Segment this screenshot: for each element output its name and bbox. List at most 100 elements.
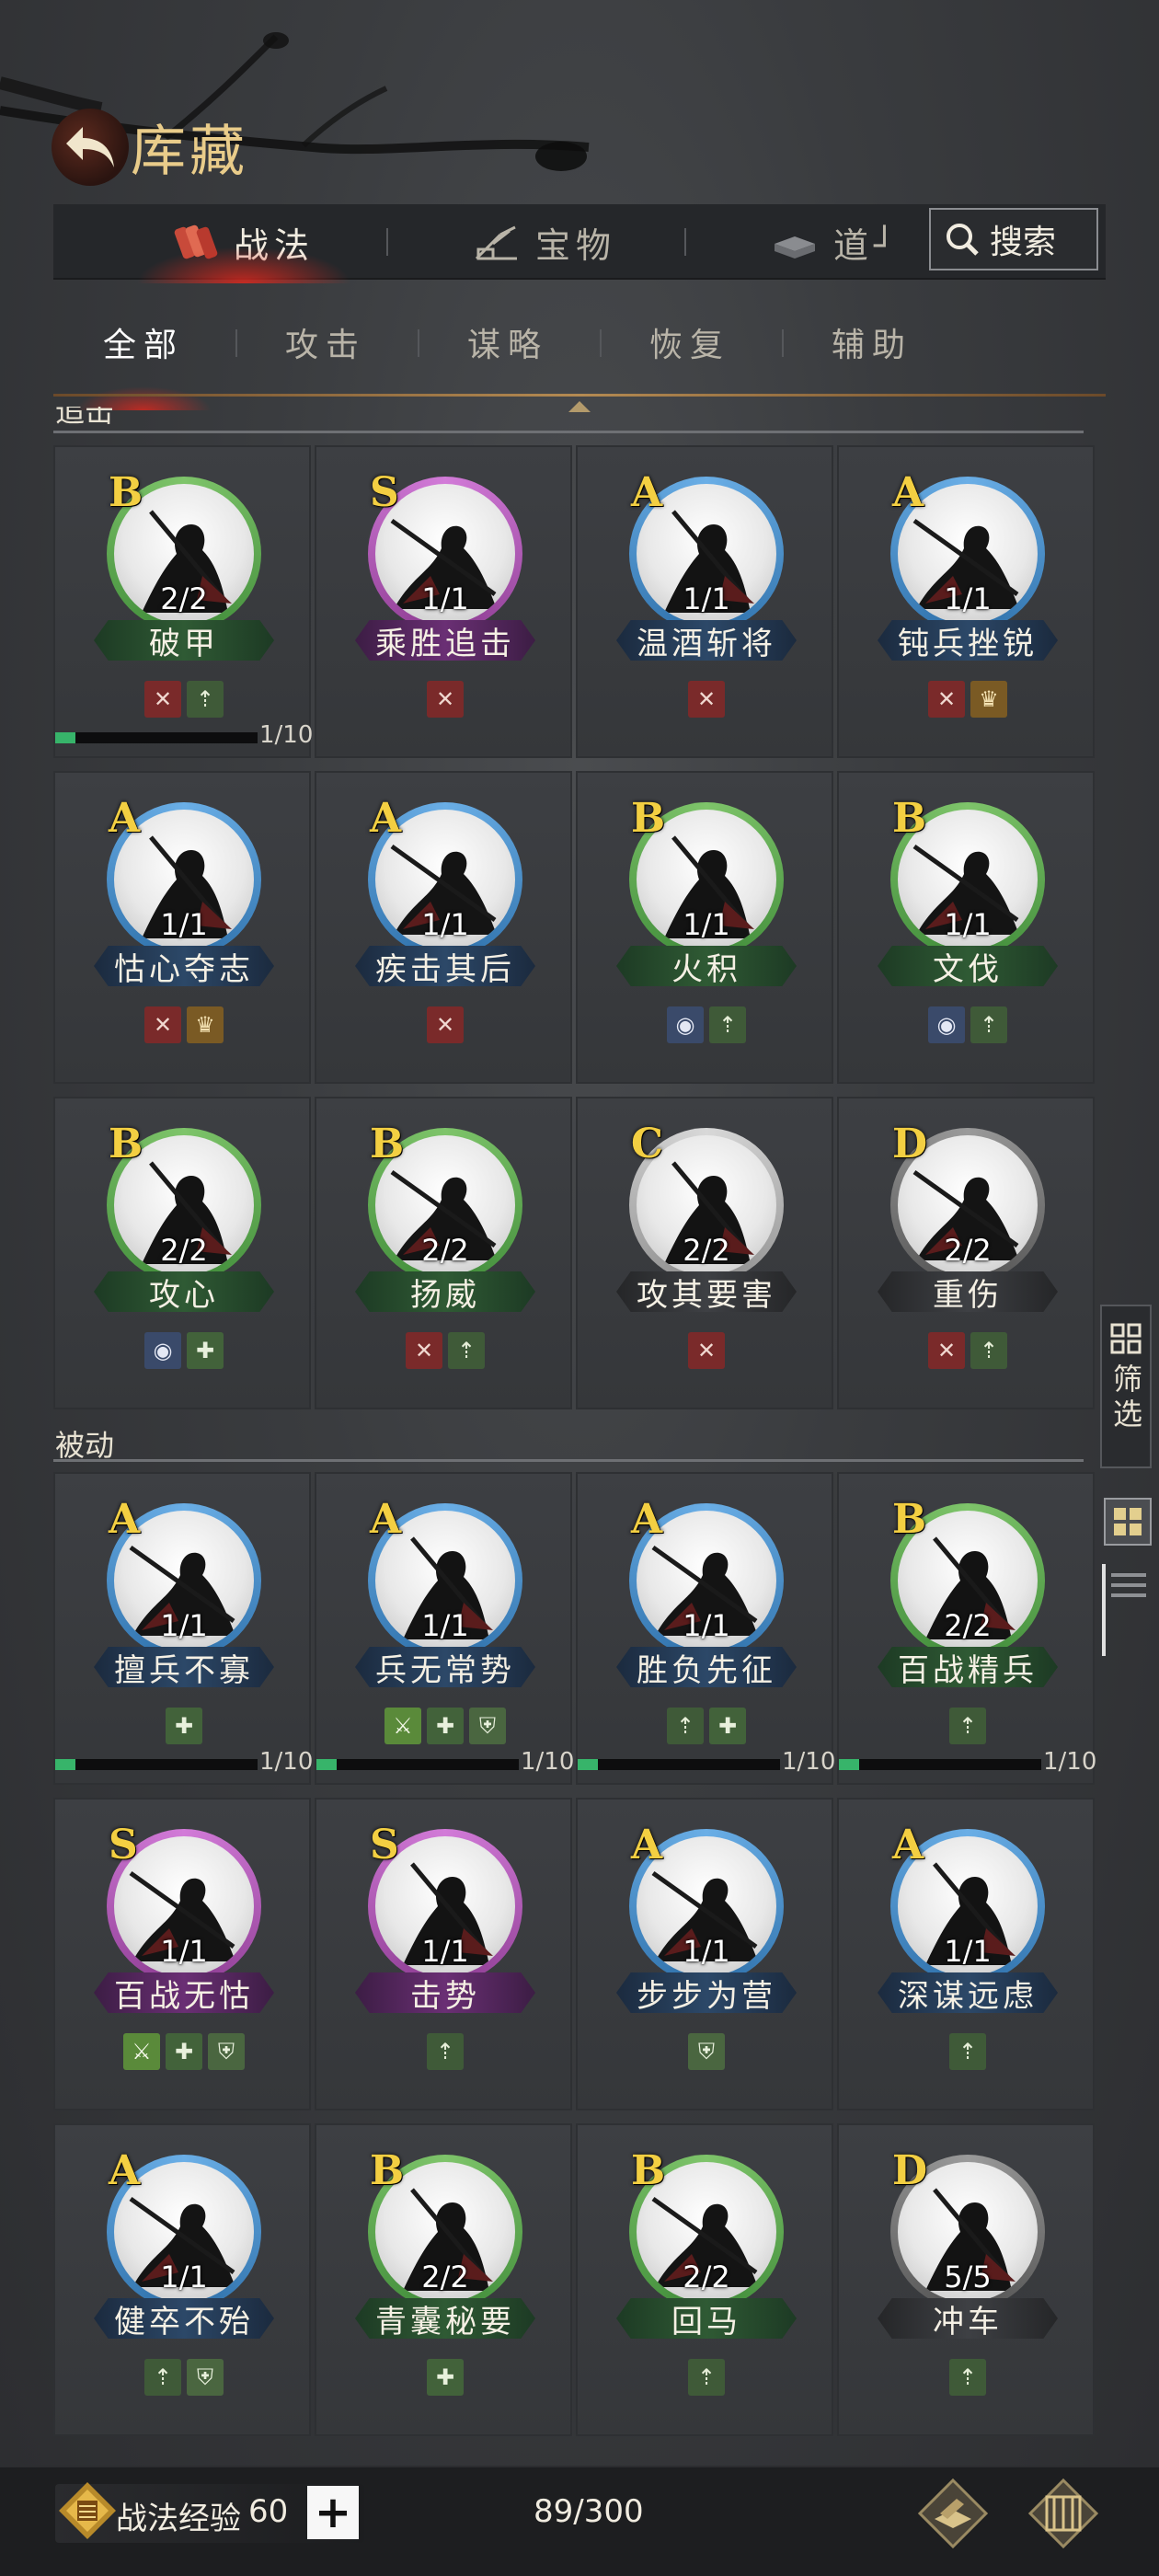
skill-name: 乘胜追击	[355, 620, 535, 661]
skill-progress-fill	[55, 1759, 75, 1770]
tab-attack[interactable]: 攻击	[285, 318, 366, 366]
skill-count: 5/5	[944, 2260, 992, 2294]
skill-progress-fill	[578, 1759, 598, 1770]
skill-card[interactable]: B 2/2 破甲 ✕ ⇡ 1/10	[53, 445, 313, 758]
skill-name: 青囊秘要	[355, 2298, 535, 2339]
skill-grade: A	[109, 1496, 141, 1543]
attack-tag-icon: ✕	[427, 1006, 464, 1043]
skill-card[interactable]: A 1/1 温酒斩将 ✕	[576, 445, 833, 758]
attack-tag-icon: ✕	[688, 1332, 725, 1369]
skill-card[interactable]: D 5/5 冲车 ⇡	[837, 2123, 1095, 2436]
attack-tag-icon: ✕	[688, 681, 725, 718]
tab-support[interactable]: 辅助	[832, 318, 912, 366]
skill-card[interactable]: C 2/2 攻其要害 ✕	[576, 1097, 833, 1409]
tab-underline	[53, 394, 1106, 397]
tab-all[interactable]: 全部	[75, 318, 212, 410]
skill-name: 健卒不殆	[94, 2298, 274, 2339]
tab-treasure[interactable]: 宝物	[473, 204, 616, 280]
up-tag-icon: ⇡	[709, 1006, 746, 1043]
skill-count: 1/1	[160, 1934, 208, 1969]
skill-card[interactable]: S 1/1 击势 ⇡	[315, 1798, 572, 2110]
skill-grade: B	[109, 469, 143, 516]
search-button[interactable]: 搜索	[929, 208, 1098, 270]
skill-card[interactable]: A 1/1 擅兵不寡 ✚ 1/10	[53, 1472, 313, 1785]
skill-card[interactable]: A 1/1 步步为营 ⛨	[576, 1798, 833, 2110]
skill-card[interactable]: B 1/1 火积 ◉ ⇡	[576, 771, 833, 1084]
tab-tactics[interactable]: 战法	[136, 204, 352, 283]
skill-card[interactable]: B 2/2 青囊秘要 ✚	[315, 2123, 572, 2436]
skill-card[interactable]: A 1/1 胜负先征 ⇡ ✚ 1/10	[576, 1472, 835, 1785]
filter-button[interactable]: 筛选	[1100, 1305, 1152, 1468]
tab-attack-label: 攻击	[285, 327, 367, 364]
shield-tag-icon: ⛨	[469, 1708, 506, 1744]
skill-tags: ✕ ⇡	[316, 1332, 574, 1369]
category-tab-bar: 全部 攻击 谋略 恢复 辅助	[53, 294, 1106, 410]
skill-name: 深谋远虑	[878, 1972, 1058, 2013]
skill-grade: A	[631, 1496, 663, 1543]
skill-count: 1/1	[683, 581, 730, 616]
back-arrow-icon	[66, 127, 114, 167]
bright-tag-icon: ⚔	[123, 2033, 160, 2070]
skill-tags: ⚔ ✚ ⛨	[55, 2033, 313, 2070]
skill-name: 步步为营	[616, 1972, 797, 2013]
skill-name: 扬威	[355, 1271, 535, 1312]
skill-name: 擅兵不寡	[94, 1647, 274, 1687]
skill-progress-bar	[55, 732, 258, 743]
skill-card[interactable]: S 1/1 百战无怙 ⚔ ✚ ⛨	[53, 1798, 311, 2110]
skill-card[interactable]: A 1/1 疾击其后 ✕	[315, 771, 572, 1084]
section-label: 追击	[55, 407, 115, 425]
skill-card[interactable]: S 1/1 乘胜追击 ✕	[315, 445, 572, 758]
tab-divider	[600, 329, 602, 357]
tab-items[interactable]: 道┘	[771, 204, 901, 280]
skill-count: 2/2	[421, 2260, 469, 2294]
skill-name: 怙心夺志	[94, 946, 274, 986]
grid-view-toggle[interactable]	[1104, 1498, 1152, 1546]
skill-count: 1/1	[421, 907, 469, 942]
skill-card[interactable]: D 2/2 重伤 ✕ ⇡	[837, 1097, 1095, 1409]
skill-name: 疾击其后	[355, 946, 535, 986]
back-button[interactable]	[52, 109, 129, 186]
skill-card[interactable]: B 2/2 回马 ⇡	[576, 2123, 833, 2436]
attack-tag-icon: ✕	[406, 1332, 442, 1369]
scroll-archive-button[interactable]	[1027, 2477, 1100, 2550]
gold-tag-icon: ♛	[187, 1006, 224, 1043]
skill-card[interactable]: A 1/1 兵无常势 ⚔ ✚ ⛨ 1/10	[315, 1472, 574, 1785]
skill-count: 1/1	[421, 1608, 469, 1643]
tab-divider	[684, 228, 686, 256]
skill-grade: A	[892, 469, 924, 516]
skill-card[interactable]: B 2/2 百战精兵 ⇡ 1/10	[837, 1472, 1096, 1785]
tactic-book-button[interactable]	[916, 2477, 990, 2550]
skill-name: 百战无怙	[94, 1972, 274, 2013]
skill-count: 1/1	[421, 1934, 469, 1969]
skill-tags: ✕ ♛	[55, 1006, 313, 1043]
scrollbar[interactable]	[1102, 1564, 1106, 1656]
skill-card[interactable]: A 1/1 深谋远虑 ⇡	[837, 1798, 1095, 2110]
tab-recover[interactable]: 恢复	[649, 318, 730, 366]
skill-card[interactable]: B 1/1 文伐 ◉ ⇡	[837, 771, 1095, 1084]
skill-tags: ⇡	[839, 1708, 1096, 1744]
heal-tag-icon: ✚	[427, 2359, 464, 2396]
skill-grade: S	[109, 1822, 138, 1869]
skill-grade: S	[370, 469, 399, 516]
attack-tag-icon: ✕	[144, 681, 181, 718]
skill-tags: ✕	[578, 681, 835, 718]
skill-tags: ✕ ⇡	[55, 681, 313, 718]
skill-grade: B	[370, 2147, 405, 2194]
skill-card[interactable]: B 2/2 扬威 ✕ ⇡	[315, 1097, 572, 1409]
list-view-toggle[interactable]	[1107, 1564, 1150, 1606]
skill-tags: ✚	[55, 1708, 313, 1744]
skill-card[interactable]: A 1/1 健卒不殆 ⇡ ⛨	[53, 2123, 311, 2436]
skill-card[interactable]: A 1/1 怙心夺志 ✕ ♛	[53, 771, 311, 1084]
skill-grade: B	[892, 1496, 927, 1543]
skill-card[interactable]: B 2/2 攻心 ◉ ✚	[53, 1097, 311, 1409]
skill-grade: A	[631, 469, 663, 516]
heal-tag-icon: ✚	[427, 1708, 464, 1744]
tab-strategy[interactable]: 谋略	[467, 318, 548, 366]
tab-treasure-label: 宝物	[535, 224, 617, 266]
skill-count: 1/1	[683, 1608, 730, 1643]
skill-name: 兵无常势	[355, 1647, 535, 1687]
skill-grade: B	[892, 795, 927, 842]
add-exp-button[interactable]: +	[307, 2486, 359, 2539]
skill-card[interactable]: A 1/1 钝兵挫锐 ✕ ♛	[837, 445, 1095, 758]
shield-tag-icon: ⛨	[187, 2359, 224, 2396]
